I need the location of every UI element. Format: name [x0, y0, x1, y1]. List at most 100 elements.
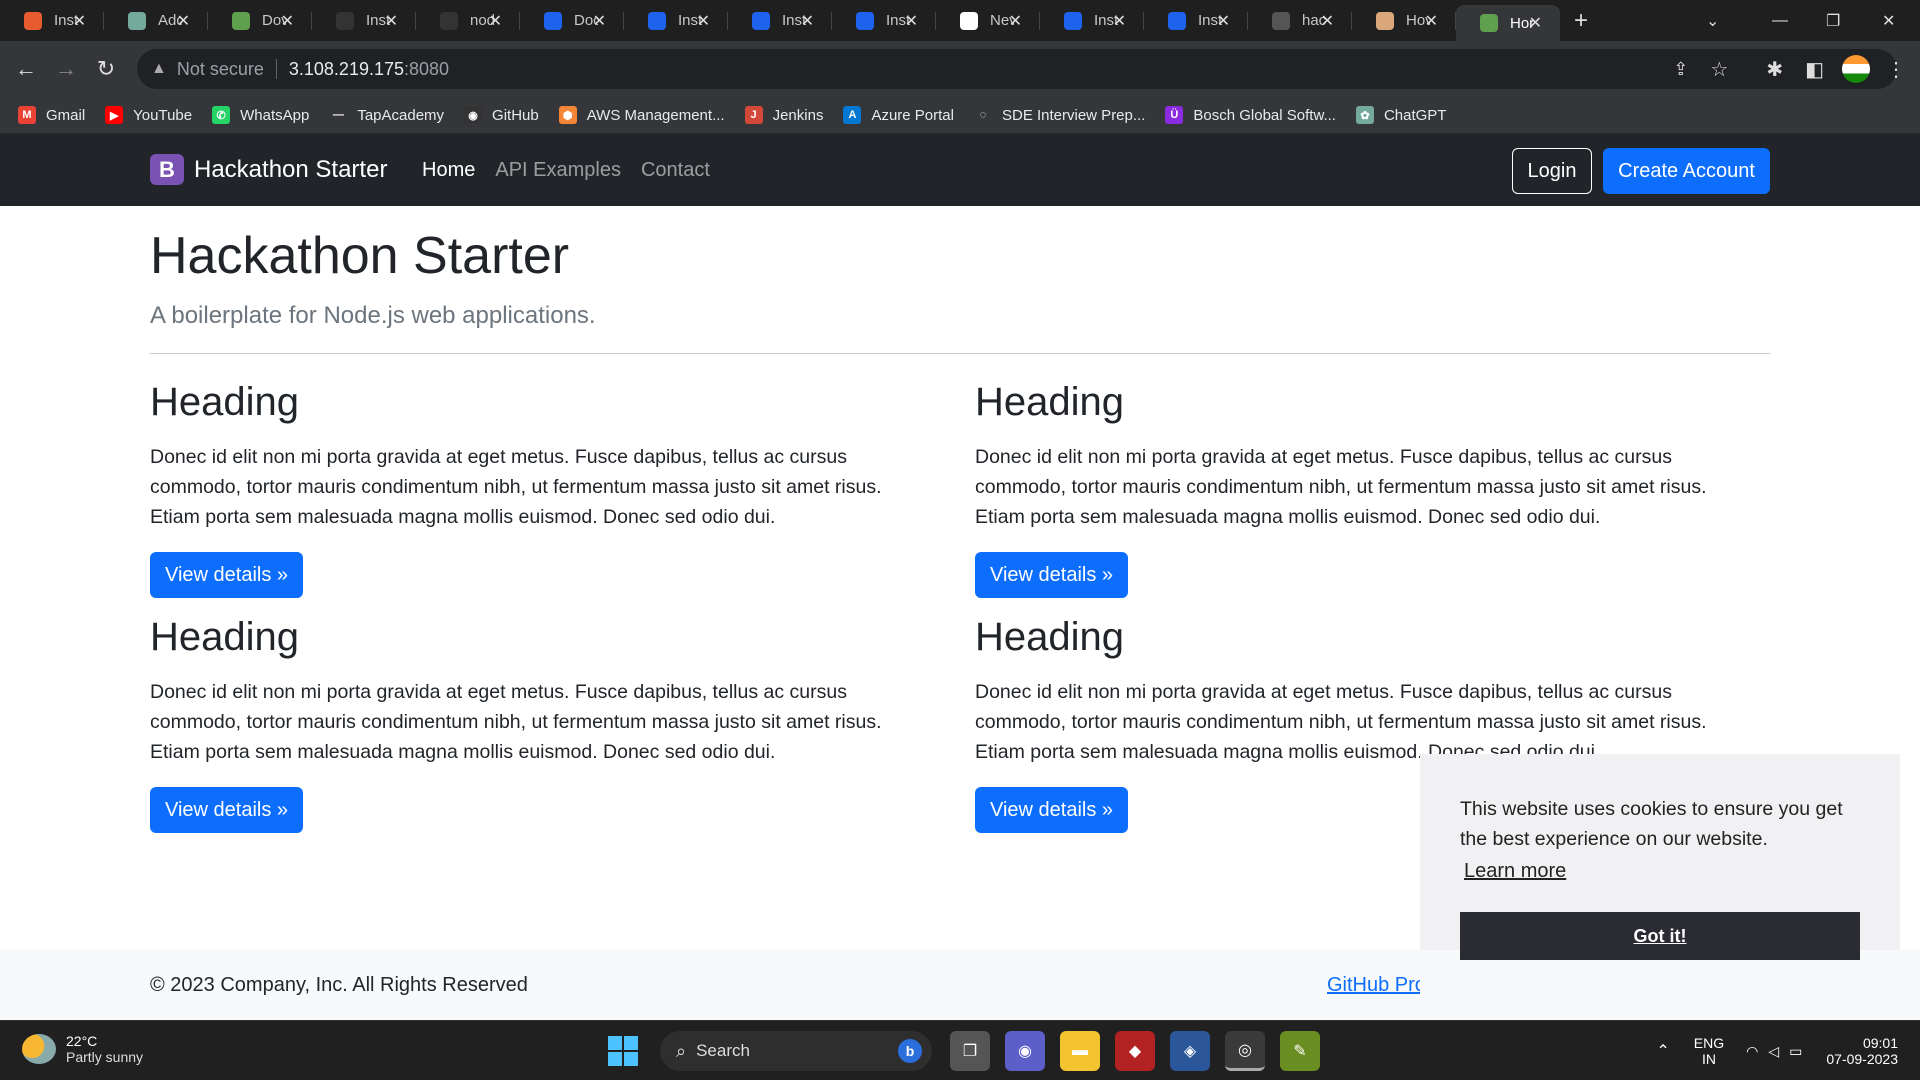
browser-tab[interactable]: Inst ✕	[624, 0, 728, 41]
close-tab-icon[interactable]: ✕	[1113, 11, 1126, 31]
share-icon[interactable]: ⇪	[1673, 59, 1688, 80]
bookmark-star-icon[interactable]: ☆	[1710, 57, 1728, 82]
browser-tab[interactable]: Inst ✕	[728, 0, 832, 41]
learn-more-link[interactable]: Learn more	[1464, 860, 1566, 883]
close-tab-icon[interactable]: ✕	[385, 11, 398, 31]
bookmark-item[interactable]: A Azure Portal	[843, 106, 954, 124]
docker-whale-icon	[856, 11, 874, 30]
reload-icon[interactable]: ↻	[86, 56, 126, 82]
task-view-icon[interactable]: ❐	[950, 1031, 990, 1071]
bookmark-label: GitHub	[492, 106, 539, 124]
bookmark-icon: ▶	[105, 106, 124, 124]
start-icon[interactable]	[608, 1036, 638, 1066]
bookmark-item[interactable]: ✿ ChatGPT	[1355, 106, 1446, 124]
view-details-button[interactable]: View details »	[975, 552, 1128, 598]
bing-icon[interactable]: b	[898, 1039, 922, 1063]
browser-tab[interactable]: Doc ✕	[520, 0, 624, 41]
browser-tab[interactable]: Inst ✕	[832, 0, 936, 41]
bookmark-label: AWS Management...	[586, 106, 725, 124]
docker-whale-icon	[544, 11, 562, 30]
wifi-icon[interactable]: ◠	[1746, 1043, 1758, 1060]
close-tab-icon[interactable]: ✕	[1009, 11, 1022, 31]
new-tab-icon[interactable]: +	[1574, 7, 1588, 35]
nav-contact[interactable]: Contact	[641, 159, 710, 182]
volume-icon[interactable]: ◁	[1768, 1043, 1779, 1060]
docker-whale-icon	[1064, 11, 1082, 30]
bookmark-item[interactable]: ⬢ AWS Management...	[558, 106, 725, 124]
profile-avatar[interactable]	[1842, 55, 1870, 83]
close-tab-icon[interactable]: ✕	[1217, 11, 1230, 31]
close-tab-icon[interactable]: ✕	[1321, 11, 1334, 31]
browser-tab[interactable]: Add ✕	[104, 0, 208, 41]
bookmark-item[interactable]: ✆ WhatsApp	[212, 106, 309, 124]
close-window-icon[interactable]: ✕	[1882, 0, 1895, 41]
close-tab-icon[interactable]: ✕	[593, 11, 606, 31]
bookmark-item[interactable]: M Gmail	[18, 106, 85, 124]
bookmark-item[interactable]: — TapAcademy	[329, 106, 444, 124]
chrome-taskbar-icon[interactable]: ◎	[1225, 1031, 1265, 1071]
view-details-button[interactable]: View details »	[150, 787, 303, 833]
warning-icon: ▲	[151, 60, 167, 77]
restore-icon[interactable]: ❐	[1826, 0, 1840, 41]
browser-tab[interactable]: nod ✕	[416, 0, 520, 41]
toolbar-icons: ⇪ ☆ ✱ ◧ ⋮	[1673, 41, 1920, 97]
brand-name[interactable]: Hackathon Starter	[194, 156, 387, 184]
close-tab-icon[interactable]: ✕	[489, 11, 502, 31]
browser-tab[interactable]: Inst ✕	[1040, 0, 1144, 41]
red-app-icon[interactable]: ◆	[1115, 1031, 1155, 1071]
side-panel-icon[interactable]: ◧	[1805, 57, 1824, 82]
close-tab-icon[interactable]: ✕	[1425, 11, 1438, 31]
close-tab-icon[interactable]: ✕	[177, 11, 190, 31]
back-icon[interactable]: ←	[6, 56, 46, 82]
got-it-button[interactable]: Got it!	[1460, 912, 1860, 960]
chevron-up-icon[interactable]: ⌃	[1656, 1041, 1669, 1061]
bookmark-item[interactable]: ▶ YouTube	[105, 106, 192, 124]
battery-icon[interactable]: ▭	[1789, 1043, 1802, 1060]
teams-chat-icon[interactable]: ◉	[1005, 1031, 1045, 1071]
create-account-button[interactable]: Create Account	[1603, 148, 1770, 194]
close-tab-icon[interactable]: ✕	[801, 11, 814, 31]
footer-github-link[interactable]: GitHub Pro	[1327, 974, 1420, 997]
bookmark-item[interactable]: ◌ SDE Interview Prep...	[973, 106, 1145, 124]
file-explorer-icon[interactable]: ▬	[1060, 1031, 1100, 1071]
view-details-button[interactable]: View details »	[975, 787, 1128, 833]
close-tab-icon[interactable]: ✕	[697, 11, 710, 31]
close-tab-icon[interactable]: ✕	[73, 11, 86, 31]
nav-api-examples[interactable]: API Examples	[495, 159, 621, 182]
browser-tab[interactable]: Hor ✕	[1456, 5, 1560, 41]
git-icon[interactable]: ◈	[1170, 1031, 1210, 1071]
browser-tab[interactable]: Hov ✕	[1352, 0, 1456, 41]
footer-copyright: © 2023 Company, Inc. All Rights Reserved	[150, 974, 528, 996]
bootstrap-logo-icon[interactable]: B	[150, 154, 184, 185]
extensions-icon[interactable]: ✱	[1766, 57, 1783, 82]
weather-widget[interactable]: 22°C Partly sunny	[22, 1033, 143, 1065]
forward-icon[interactable]: →	[46, 56, 86, 82]
minimize-icon[interactable]: —	[1772, 0, 1788, 41]
browser-tab[interactable]: Inst ✕	[312, 0, 416, 41]
language-indicator[interactable]: ENG IN	[1694, 1035, 1724, 1067]
browser-tab[interactable]: Dov ✕	[208, 0, 312, 41]
address-bar[interactable]: ▲ Not secure 3.108.219.175:8080	[137, 49, 1897, 89]
menu-icon[interactable]: ⋮	[1886, 57, 1906, 82]
bookmark-item[interactable]: ◉ GitHub	[464, 106, 539, 124]
tab-search-icon[interactable]: ⌄	[1706, 0, 1719, 41]
browser-tab[interactable]: hac ✕	[1248, 0, 1352, 41]
temperature: 22°C	[66, 1033, 98, 1049]
taskbar-search[interactable]: ⌕ Search b	[660, 1031, 932, 1071]
clock[interactable]: 09:01 07-09-2023	[1826, 1035, 1898, 1067]
browser-tab[interactable]: Inst ✕	[0, 0, 104, 41]
browser-tab[interactable]: Inst ✕	[1144, 0, 1248, 41]
notepad-plus-icon[interactable]: ✎	[1280, 1031, 1320, 1071]
close-tab-icon[interactable]: ✕	[1529, 13, 1542, 33]
close-tab-icon[interactable]: ✕	[281, 11, 294, 31]
close-tab-icon[interactable]: ✕	[905, 11, 918, 31]
bookmark-icon: —	[329, 106, 348, 124]
nav-home[interactable]: Home	[422, 159, 475, 182]
bookmark-item[interactable]: Ü Bosch Global Softw...	[1165, 106, 1336, 124]
search-icon: ⌕	[676, 1040, 687, 1061]
login-button[interactable]: Login	[1512, 148, 1592, 194]
browser-tab[interactable]: Nev ✕	[936, 0, 1040, 41]
bookmark-label: Bosch Global Softw...	[1193, 106, 1336, 124]
bookmark-item[interactable]: J Jenkins	[744, 106, 823, 124]
view-details-button[interactable]: View details »	[150, 552, 303, 598]
